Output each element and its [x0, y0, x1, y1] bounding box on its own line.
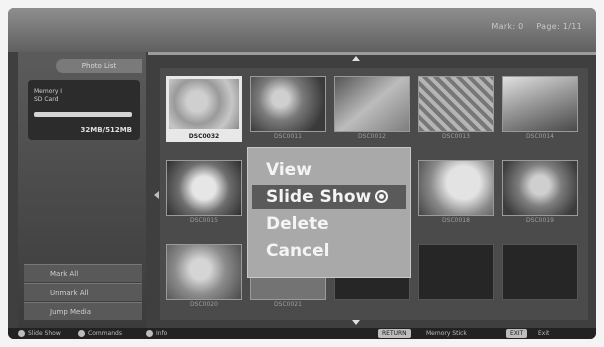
- menu-item-label: Slide Show: [266, 187, 372, 207]
- info-button-icon: [146, 330, 153, 337]
- menu-item-slide-show[interactable]: Slide Show: [252, 185, 406, 209]
- photo-label: DSC0013: [442, 133, 470, 140]
- photo-thumbnail[interactable]: [166, 160, 242, 216]
- memory-device: Memory I: [34, 88, 63, 95]
- sidebar-title: Photo List: [56, 59, 142, 73]
- mark-count: Mark: 0: [491, 22, 524, 31]
- menu-item-view[interactable]: View: [252, 158, 406, 182]
- header-divider: [148, 52, 596, 55]
- radio-selected-icon: [375, 190, 388, 203]
- return-key[interactable]: RETURN: [378, 329, 411, 338]
- photo-thumbnail[interactable]: [502, 76, 578, 132]
- photo-thumbnail[interactable]: [418, 76, 494, 132]
- menu-item-cancel[interactable]: Cancel: [252, 239, 406, 263]
- memory-usage-bar: [34, 112, 132, 117]
- photo-thumbnail[interactable]: [166, 76, 242, 132]
- page-indicator: Page: 1/11: [536, 22, 582, 31]
- header-status: Mark: 0 Page: 1/11: [481, 22, 582, 31]
- footer-bar: Slide Show Commands Info RETURN Memory S…: [8, 328, 596, 339]
- photo-thumbnail[interactable]: [166, 244, 242, 300]
- photo-label: DSC0018: [442, 217, 470, 224]
- exit-label: Exit: [538, 330, 550, 337]
- photo-label: DSC0012: [358, 133, 386, 140]
- photo-label: DSC0020: [190, 301, 218, 308]
- hint-info: Info: [146, 329, 167, 338]
- photo-thumbnail[interactable]: [502, 160, 578, 216]
- header-bar: Mark: 0 Page: 1/11: [8, 8, 596, 52]
- photo-label: DSC0032: [166, 132, 242, 142]
- empty-slot: [502, 244, 578, 300]
- photo-label: DSC0019: [526, 217, 554, 224]
- blue-button-icon: [78, 330, 85, 337]
- jump-media-button[interactable]: Jump Media: [24, 302, 142, 320]
- unmark-all-button[interactable]: Unmark All: [24, 283, 142, 301]
- scroll-down-icon[interactable]: [352, 320, 360, 325]
- green-button-icon: [18, 330, 25, 337]
- memory-card-type: SD Card: [34, 96, 59, 103]
- memory-size: 32MB/512MB: [80, 126, 132, 134]
- side-pointer-icon: [154, 191, 159, 199]
- photo-label: DSC0015: [190, 217, 218, 224]
- photo-thumbnail[interactable]: [250, 76, 326, 132]
- scroll-up-icon[interactable]: [352, 56, 360, 61]
- photo-label: DSC0011: [274, 133, 302, 140]
- context-menu: View Slide Show Delete Cancel: [247, 147, 411, 278]
- photo-thumbnail[interactable]: [418, 160, 494, 216]
- hint-commands: Commands: [78, 329, 122, 338]
- sidebar: Photo List Memory I SD Card 32MB/512MB M…: [18, 52, 146, 328]
- photo-label: DSC0014: [526, 133, 554, 140]
- mark-all-button[interactable]: Mark All: [24, 264, 142, 282]
- empty-slot: [418, 244, 494, 300]
- exit-key[interactable]: EXIT: [506, 329, 528, 338]
- hint-slideshow: Slide Show: [18, 329, 61, 338]
- menu-item-delete[interactable]: Delete: [252, 212, 406, 236]
- memory-info: Memory I SD Card 32MB/512MB: [28, 80, 140, 140]
- photo-thumbnail[interactable]: [334, 76, 410, 132]
- memory-stick-label: Memory Stick: [426, 330, 467, 337]
- photo-label: DSC0021: [274, 301, 302, 308]
